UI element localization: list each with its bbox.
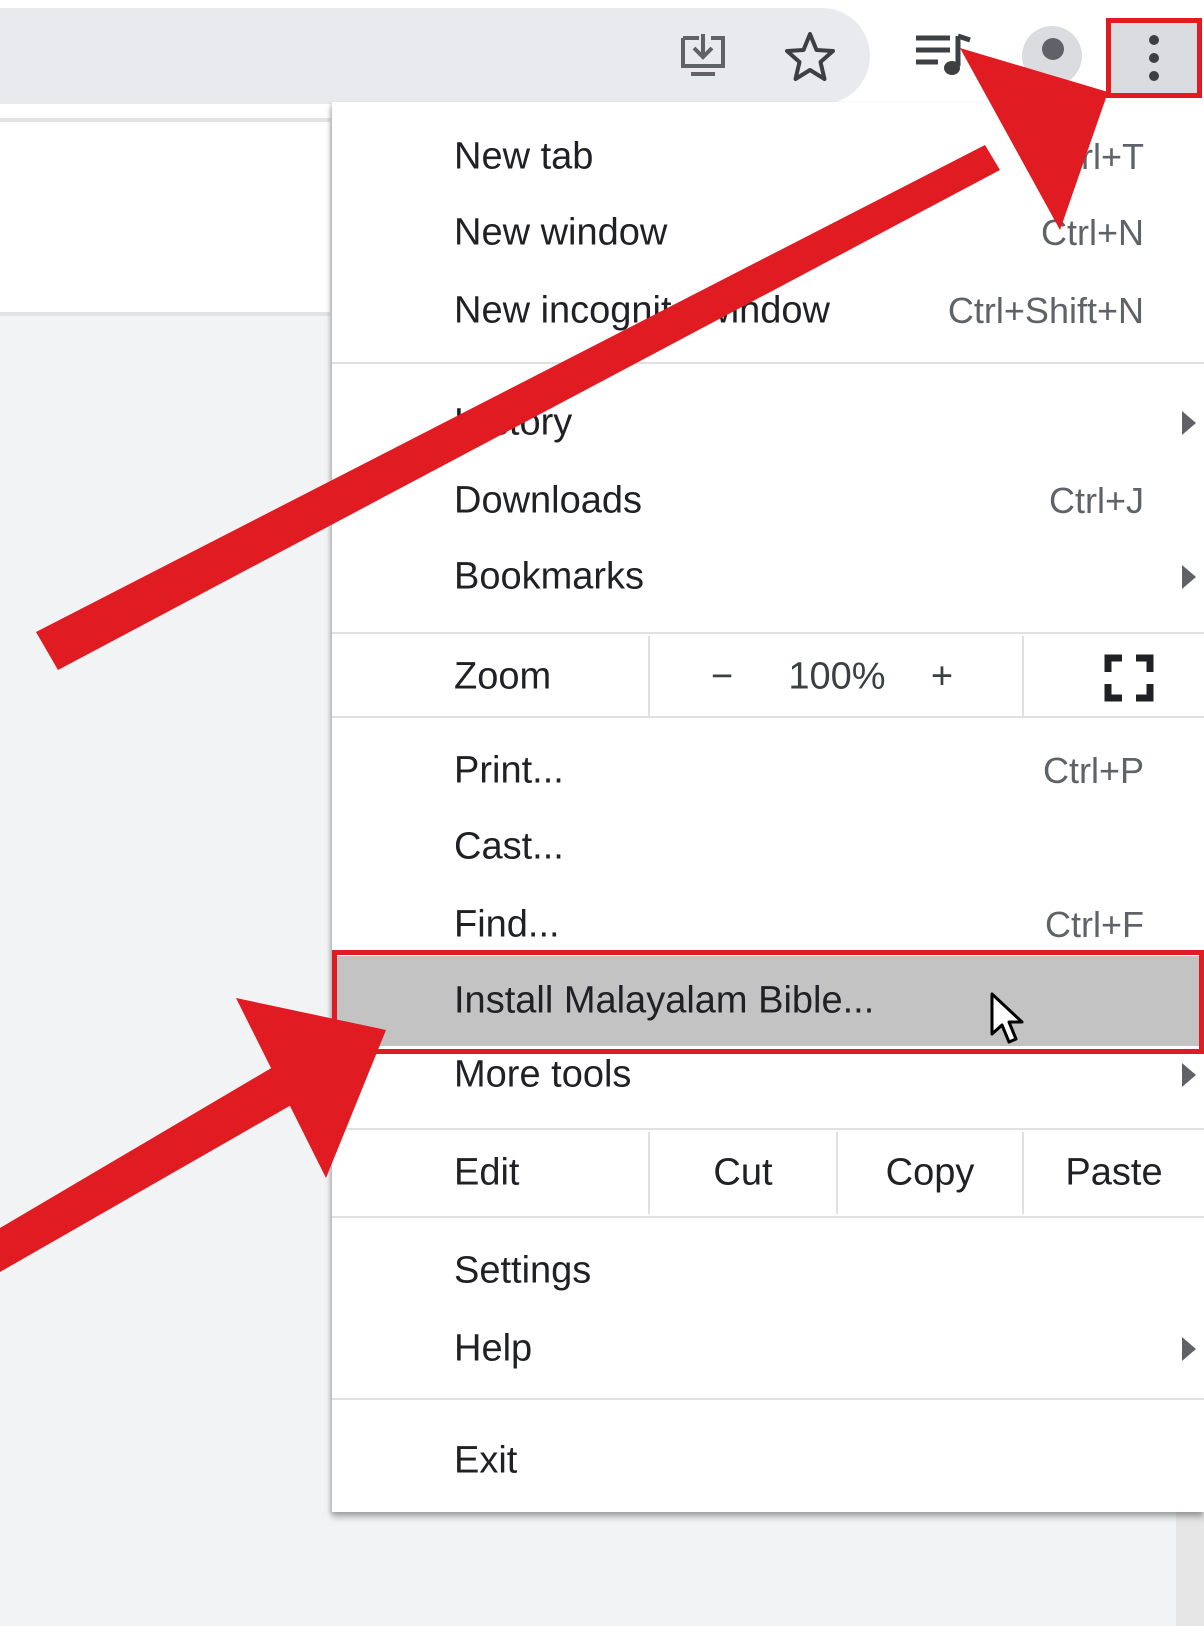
submenu-arrow-icon	[1182, 1063, 1196, 1087]
menu-item-label: Help	[454, 1327, 533, 1370]
menu-item-shortcut: Ctrl+P	[1042, 750, 1144, 791]
page-scrollbar-track[interactable]	[1176, 1510, 1204, 1626]
bookmark-star-icon[interactable]	[783, 30, 837, 84]
menu-separator	[332, 362, 1204, 364]
menu-separator	[332, 1398, 1204, 1400]
menu-separator	[332, 716, 1204, 718]
menu-separator	[332, 1216, 1204, 1218]
menu-separator	[332, 1128, 1204, 1130]
zoom-row: Zoom − 100% +	[332, 636, 1204, 718]
menu-item-shortcut: Ctrl+T	[1045, 136, 1144, 177]
menu-item-label: Cast...	[454, 825, 564, 868]
fullscreen-icon[interactable]	[1104, 654, 1154, 702]
menu-item-label: Bookmarks	[454, 555, 645, 598]
install-app-icon[interactable]	[677, 30, 729, 82]
cut-button[interactable]: Cut	[650, 1152, 836, 1195]
menu-item-shortcut: Ctrl+Shift+N	[947, 290, 1144, 331]
menu-item-exit[interactable]: Exit	[332, 1424, 1204, 1498]
menu-item-label: New incognito window	[454, 289, 830, 332]
menu-item-print[interactable]: Print... Ctrl+P	[332, 734, 1204, 808]
menu-item-label: Print...	[454, 749, 564, 792]
menu-item-label: Exit	[454, 1439, 518, 1482]
menu-item-new-incognito-window[interactable]: New incognito window Ctrl+Shift+N	[332, 274, 1204, 348]
profile-avatar[interactable]	[1022, 26, 1082, 86]
menu-item-settings[interactable]: Settings	[332, 1234, 1204, 1308]
edit-label: Edit	[454, 1151, 520, 1194]
menu-item-label: History	[454, 401, 573, 444]
address-bar[interactable]	[0, 8, 870, 104]
menu-item-shortcut: Ctrl+J	[1048, 480, 1144, 521]
menu-item-label: Settings	[454, 1249, 592, 1292]
zoom-label: Zoom	[454, 655, 552, 698]
submenu-arrow-icon	[1182, 565, 1196, 589]
kebab-menu-icon	[1149, 35, 1159, 81]
menu-item-label: Find...	[454, 903, 560, 946]
mouse-pointer-icon	[990, 992, 1024, 1044]
menu-item-label: Downloads	[454, 479, 642, 522]
arrow-to-install-item-icon	[0, 998, 386, 1272]
annotation-highlight-box	[332, 950, 1204, 1054]
submenu-arrow-icon	[1182, 411, 1196, 435]
avatar-head-icon	[1042, 38, 1064, 60]
menu-item-label: More tools	[454, 1053, 632, 1096]
menu-item-label: New tab	[454, 135, 594, 178]
submenu-arrow-icon	[1182, 1337, 1196, 1361]
chrome-menu-button[interactable]	[1106, 18, 1202, 98]
menu-item-new-tab[interactable]: New tab Ctrl+T	[332, 120, 1204, 194]
menu-item-shortcut: Ctrl+N	[1040, 212, 1144, 253]
menu-item-bookmarks[interactable]: Bookmarks	[332, 540, 1204, 614]
copy-button[interactable]: Copy	[838, 1152, 1022, 1195]
zoom-in-button[interactable]: +	[912, 656, 972, 699]
menu-item-history[interactable]: History	[332, 386, 1204, 460]
paste-button[interactable]: Paste	[1024, 1152, 1204, 1195]
page-content-area	[0, 118, 330, 316]
edit-row: Edit Cut Copy Paste	[332, 1132, 1204, 1214]
zoom-divider	[1022, 636, 1024, 718]
chrome-main-menu: New tab Ctrl+T New window Ctrl+N New inc…	[332, 102, 1204, 1512]
menu-item-downloads[interactable]: Downloads Ctrl+J	[332, 464, 1204, 538]
zoom-level-value: 100%	[788, 655, 886, 698]
menu-separator	[332, 632, 1204, 634]
menu-item-label: New window	[454, 211, 668, 254]
menu-item-cast[interactable]: Cast...	[332, 810, 1204, 884]
zoom-out-button[interactable]: −	[692, 656, 752, 699]
zoom-divider	[648, 636, 650, 718]
browser-toolbar	[0, 0, 1204, 118]
menu-item-new-window[interactable]: New window Ctrl+N	[332, 196, 1204, 270]
menu-item-shortcut: Ctrl+F	[1045, 904, 1144, 945]
media-controls-icon[interactable]	[914, 32, 976, 82]
menu-item-help[interactable]: Help	[332, 1312, 1204, 1386]
